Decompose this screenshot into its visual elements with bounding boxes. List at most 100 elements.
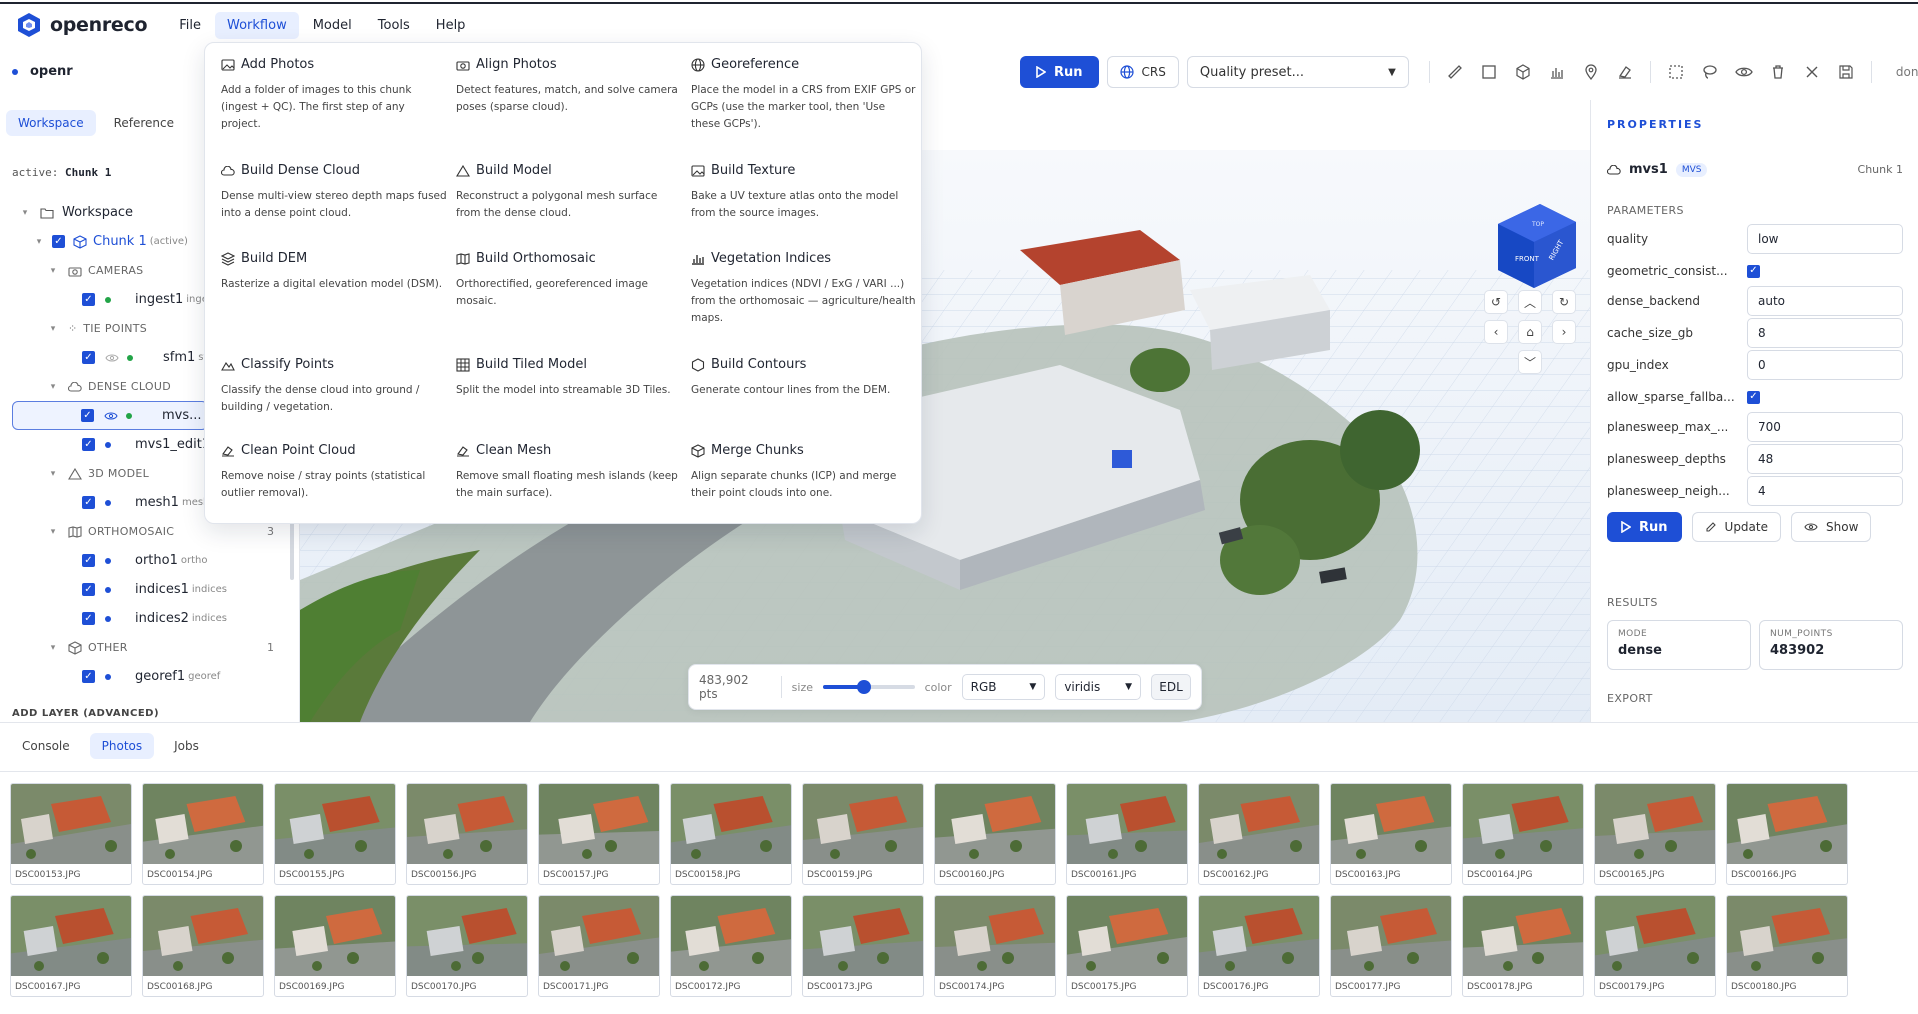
checkbox[interactable]: ✓ xyxy=(82,293,95,306)
tab-workspace[interactable]: Workspace xyxy=(6,110,96,136)
crs-button[interactable]: CRS xyxy=(1106,56,1179,88)
photo-thumbnail[interactable]: DSC00170.JPG xyxy=(406,895,528,997)
photo-thumbnail[interactable]: DSC00155.JPG xyxy=(274,783,396,885)
slider-handle[interactable] xyxy=(857,680,872,694)
tree-mvs-selected[interactable]: ✓ mvs... xyxy=(12,401,208,430)
menu-build-model[interactable]: Build Model Reconstruct a polygonal mesh… xyxy=(456,163,682,222)
menu-workflow[interactable]: Workflow xyxy=(215,11,299,39)
quality-preset-select[interactable]: Quality preset... ▼ xyxy=(1186,56,1409,88)
area-icon[interactable] xyxy=(1480,63,1498,81)
tree-indices2[interactable]: ✓ indices2 indices xyxy=(0,604,299,633)
navigation-cube[interactable]: FRONT RIGHT TOP xyxy=(1490,196,1582,295)
checkbox[interactable]: ✓ xyxy=(82,496,95,509)
marker-icon[interactable] xyxy=(1582,63,1600,81)
param-cache-size-input[interactable]: 8 xyxy=(1747,318,1903,348)
menu-build-orthomosaic[interactable]: Build Orthomosaic Orthorectified, georef… xyxy=(456,251,682,310)
param-allow-sparse-checkbox[interactable]: ✓ xyxy=(1747,390,1760,404)
photo-thumbnail[interactable]: DSC00177.JPG xyxy=(1330,895,1452,997)
save-icon[interactable] xyxy=(1837,63,1855,81)
photo-thumbnail[interactable]: DSC00175.JPG xyxy=(1066,895,1188,997)
photo-thumbnail[interactable]: DSC00154.JPG xyxy=(142,783,264,885)
run-button[interactable]: Run xyxy=(1020,56,1099,88)
menu-help[interactable]: Help xyxy=(424,12,478,39)
param-quality-input[interactable]: low xyxy=(1747,224,1903,254)
param-gpu-index-input[interactable]: 0 xyxy=(1747,350,1903,380)
menu-build-texture[interactable]: Build Texture Bake a UV texture atlas on… xyxy=(691,163,917,222)
update-button[interactable]: Update xyxy=(1691,512,1781,542)
eye-icon[interactable] xyxy=(104,411,118,421)
menu-tools[interactable]: Tools xyxy=(366,12,422,39)
param-dense-backend-input[interactable]: auto xyxy=(1747,286,1903,316)
photo-thumbnail[interactable]: DSC00153.JPG xyxy=(10,783,132,885)
param-planesweep-depths-input[interactable]: 48 xyxy=(1747,444,1903,474)
add-layer-advanced[interactable]: ADD LAYER (ADVANCED) xyxy=(12,708,159,719)
menu-file[interactable]: File xyxy=(167,12,213,39)
photo-thumbnail[interactable]: DSC00180.JPG xyxy=(1726,895,1848,997)
checkbox[interactable]: ✓ xyxy=(82,554,95,567)
size-slider[interactable] xyxy=(823,680,916,694)
project-name[interactable]: openr xyxy=(12,64,73,79)
pan-up-icon[interactable]: ︿ xyxy=(1518,290,1542,314)
photo-thumbnail[interactable]: DSC00176.JPG xyxy=(1198,895,1320,997)
photo-thumbnail[interactable]: DSC00160.JPG xyxy=(934,783,1056,885)
pan-down-icon[interactable]: ﹀ xyxy=(1518,350,1542,374)
menu-clean-point-cloud[interactable]: Clean Point Cloud Remove noise / stray p… xyxy=(221,443,447,502)
checkbox[interactable]: ✓ xyxy=(82,438,95,451)
param-planesweep-neigh-input[interactable]: 4 xyxy=(1747,476,1903,506)
collapse-icon[interactable]: ▾ xyxy=(48,382,58,392)
photo-thumbnail[interactable]: DSC00165.JPG xyxy=(1594,783,1716,885)
show-button[interactable]: Show xyxy=(1791,512,1872,542)
checkbox[interactable]: ✓ xyxy=(82,583,95,596)
eraser-icon[interactable] xyxy=(1616,63,1634,81)
pan-left-icon[interactable]: ‹ xyxy=(1484,320,1508,344)
checkbox[interactable]: ✓ xyxy=(52,235,65,248)
photo-thumbnail[interactable]: DSC00171.JPG xyxy=(538,895,660,997)
param-planesweep-max-input[interactable]: 700 xyxy=(1747,412,1903,442)
photo-thumbnail[interactable]: DSC00169.JPG xyxy=(274,895,396,997)
collapse-icon[interactable]: ▾ xyxy=(48,469,58,479)
rotate-right-icon[interactable]: ↻ xyxy=(1552,290,1576,314)
menu-georeference[interactable]: Georeference Place the model in a CRS fr… xyxy=(691,57,917,133)
menu-build-dense-cloud[interactable]: Build Dense Cloud Dense multi-view stere… xyxy=(221,163,447,222)
photo-thumbnail[interactable]: DSC00174.JPG xyxy=(934,895,1056,997)
close-icon[interactable] xyxy=(1803,63,1821,81)
checkbox[interactable]: ✓ xyxy=(82,612,95,625)
menu-model[interactable]: Model xyxy=(301,12,364,39)
tree-other[interactable]: ▾ OTHER 1 xyxy=(0,633,299,662)
checkbox[interactable]: ✓ xyxy=(82,351,95,364)
trash-icon[interactable] xyxy=(1769,63,1787,81)
lasso-icon[interactable] xyxy=(1701,63,1719,81)
tree-georef[interactable]: ✓ georef1 georef xyxy=(0,662,299,691)
collapse-icon[interactable]: ▾ xyxy=(48,324,58,334)
photo-thumbnail[interactable]: DSC00172.JPG xyxy=(670,895,792,997)
photo-thumbnail[interactable]: DSC00163.JPG xyxy=(1330,783,1452,885)
photo-thumbnail[interactable]: DSC00168.JPG xyxy=(142,895,264,997)
collapse-icon[interactable]: ▾ xyxy=(20,208,30,218)
tab-photos[interactable]: Photos xyxy=(89,733,155,759)
rotate-left-icon[interactable]: ↺ xyxy=(1484,290,1508,314)
checkbox[interactable]: ✓ xyxy=(81,409,94,422)
photo-thumbnail[interactable]: DSC00157.JPG xyxy=(538,783,660,885)
tab-reference[interactable]: Reference xyxy=(102,110,186,136)
color-mode-select[interactable]: RGB ▼ xyxy=(961,674,1046,700)
menu-build-contours[interactable]: Build Contours Generate contour lines fr… xyxy=(691,357,917,399)
tree-indices1[interactable]: ✓ indices1 indices xyxy=(0,575,299,604)
checkbox[interactable]: ✓ xyxy=(82,670,95,683)
profile-icon[interactable] xyxy=(1548,63,1566,81)
menu-clean-mesh[interactable]: Clean Mesh Remove small floating mesh is… xyxy=(456,443,682,502)
colormap-select[interactable]: viridis ▼ xyxy=(1055,674,1141,700)
menu-build-tiled-model[interactable]: Build Tiled Model Split the model into s… xyxy=(456,357,682,399)
photo-thumbnail[interactable]: DSC00173.JPG xyxy=(802,895,924,997)
collapse-icon[interactable]: ▾ xyxy=(34,237,44,247)
photo-thumbnail[interactable]: DSC00158.JPG xyxy=(670,783,792,885)
menu-build-dem[interactable]: Build DEM Rasterize a digital elevation … xyxy=(221,251,447,293)
box-select-icon[interactable] xyxy=(1667,63,1685,81)
properties-run-button[interactable]: Run xyxy=(1607,512,1682,542)
photo-thumbnail[interactable]: DSC00164.JPG xyxy=(1462,783,1584,885)
param-geometric-checkbox[interactable]: ✓ xyxy=(1747,264,1760,278)
photo-thumbnail[interactable]: DSC00179.JPG xyxy=(1594,895,1716,997)
photo-thumbnail[interactable]: DSC00162.JPG xyxy=(1198,783,1320,885)
tree-ortho1[interactable]: ✓ ortho1 ortho xyxy=(0,546,299,575)
pan-right-icon[interactable]: › xyxy=(1552,320,1576,344)
collapse-icon[interactable]: ▾ xyxy=(48,527,58,537)
